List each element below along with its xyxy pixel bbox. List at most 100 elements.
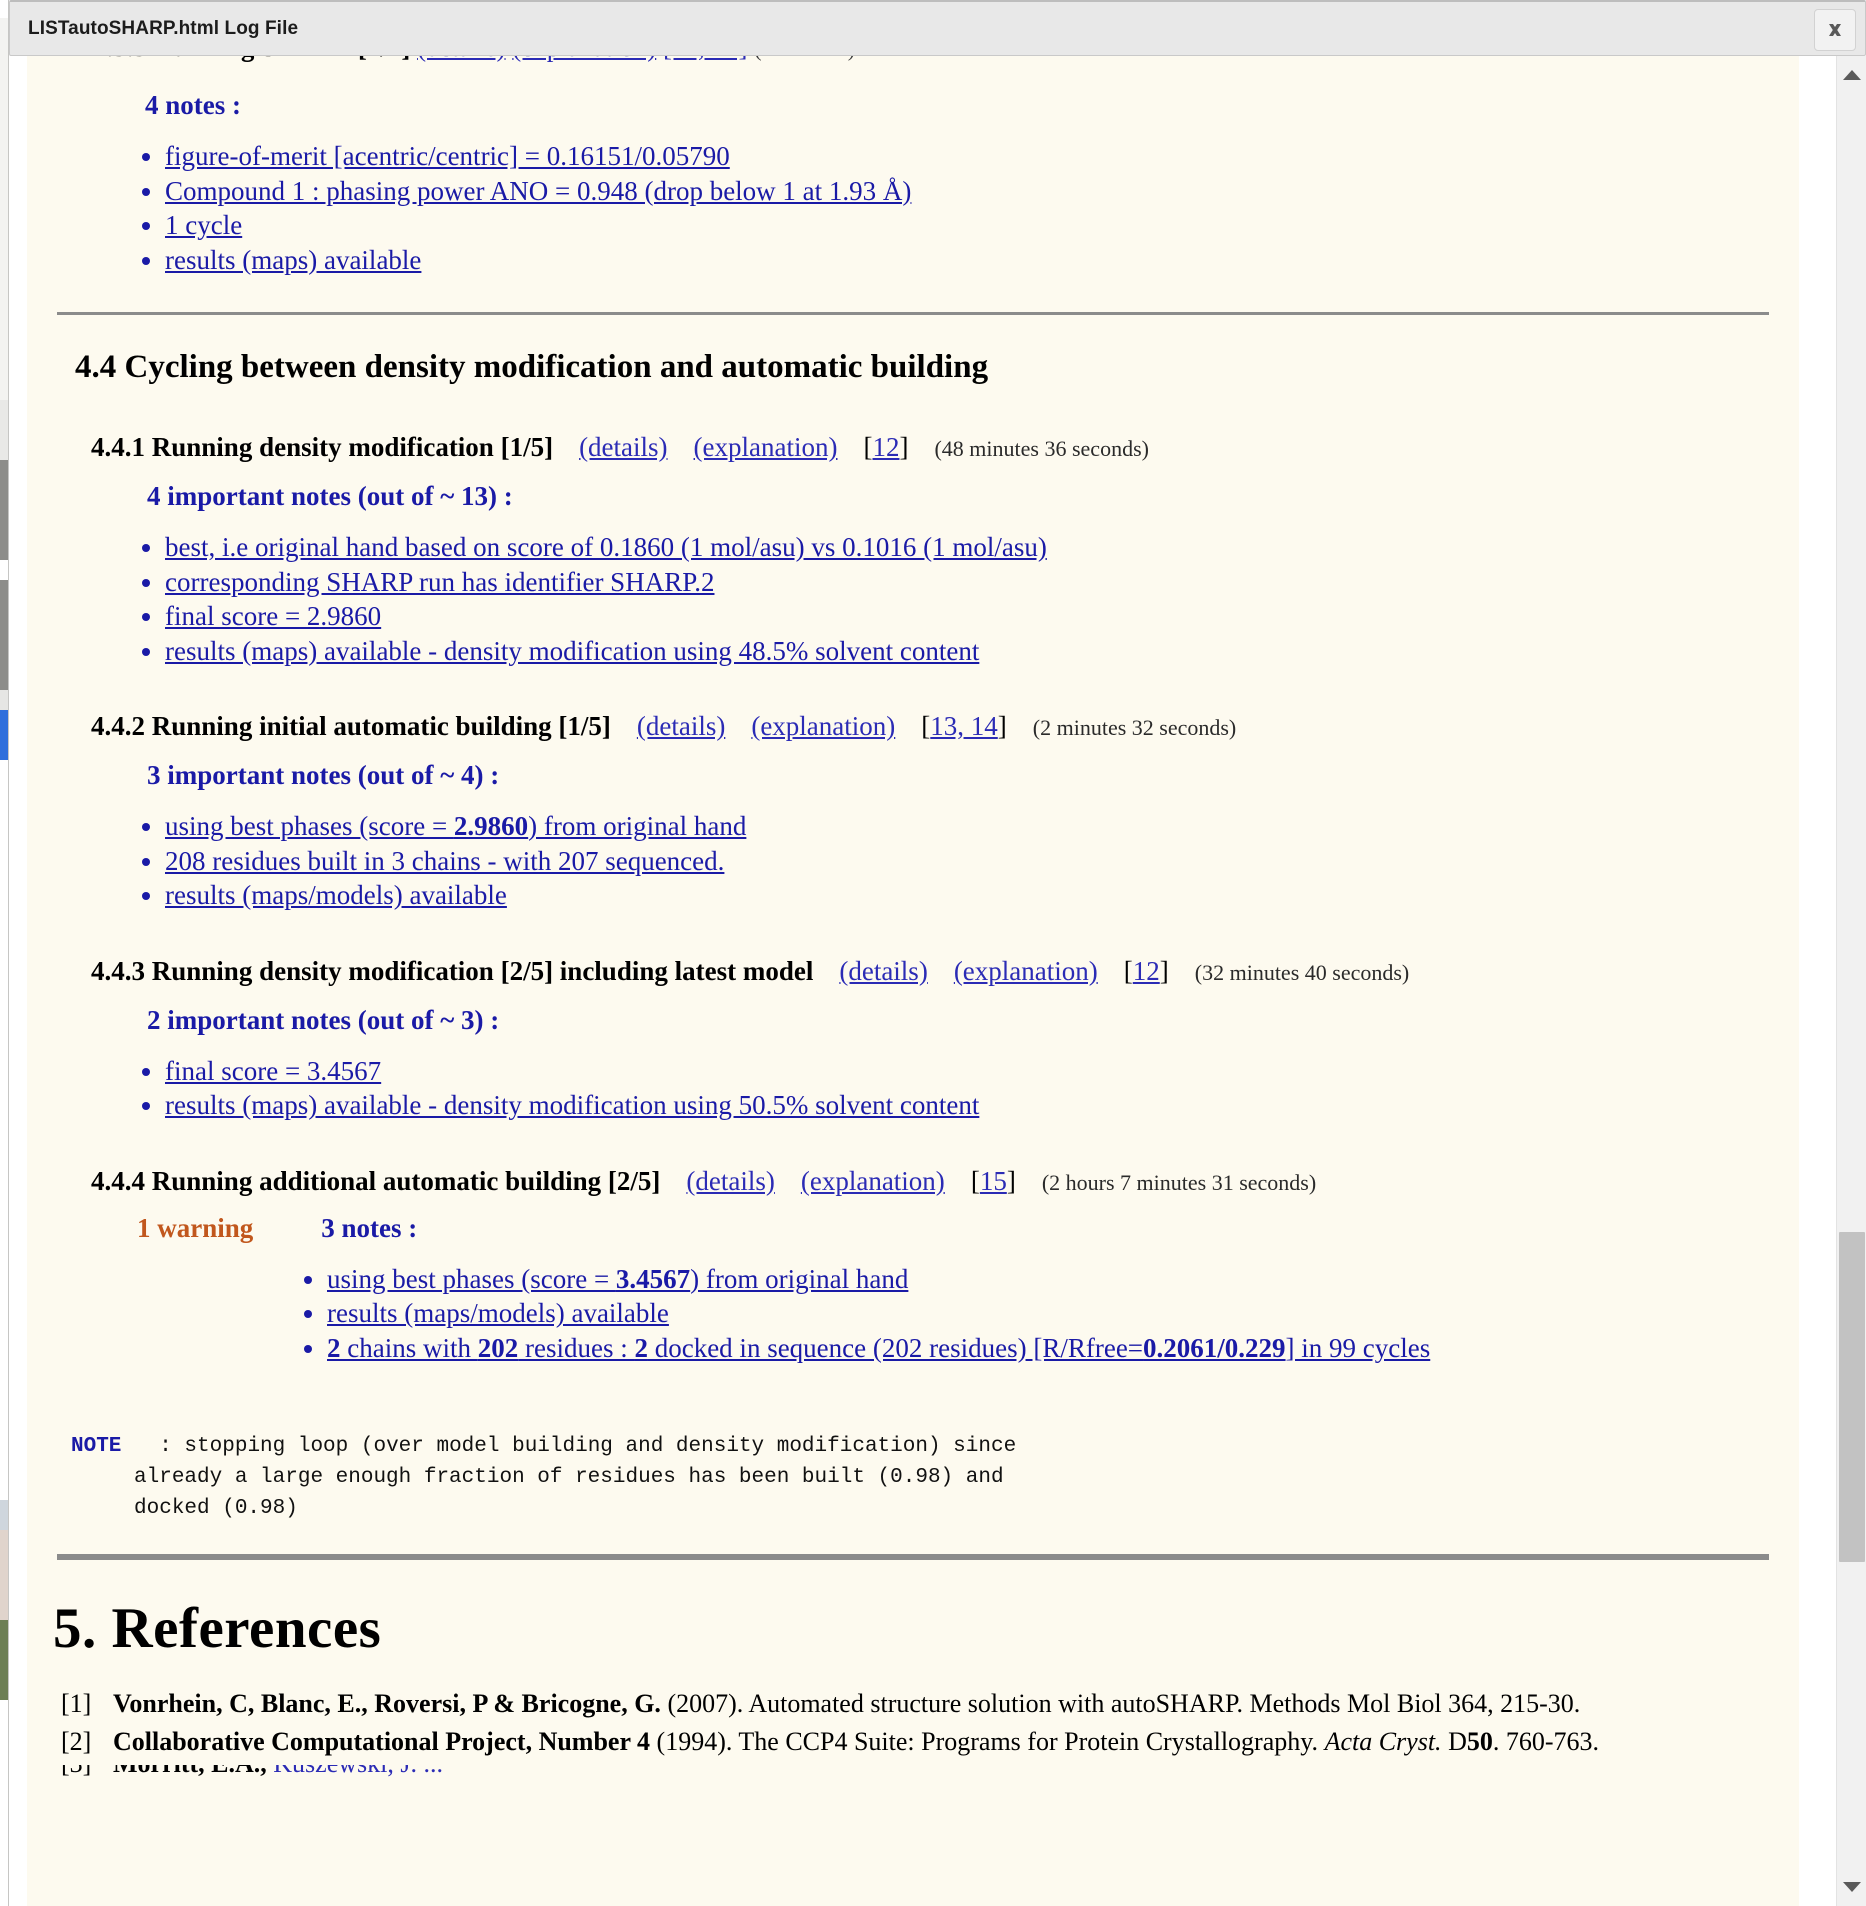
subsection-header-443: 4.4.3 Running density modification [2/5]… [91, 956, 1799, 987]
clipped-refs-link[interactable]: [11, 12] [663, 56, 747, 62]
reference-rest: (1994). The CCP4 Suite: Programs for Pro… [650, 1726, 1600, 1756]
page-title: 4.4 Cycling between density modification… [75, 349, 989, 386]
explanation-link[interactable]: (explanation) [751, 711, 895, 741]
reference-link[interactable]: 12 [1133, 956, 1160, 986]
list-item[interactable]: results (maps) available - density modif… [165, 636, 1799, 666]
subsection-header-444: 4.4.4 Running additional automatic build… [91, 1166, 1799, 1197]
subsection-header-441: 4.4.1 Running density modification [1/5]… [91, 432, 1799, 463]
note-link[interactable]: results (maps) available - density modif… [165, 636, 979, 666]
note-link[interactable]: using best phases (score = 3.4567) from … [327, 1264, 908, 1294]
note-link[interactable]: 208 residues built in 3 chains - with 20… [165, 846, 724, 876]
note-link[interactable]: results (maps/models) available [327, 1298, 669, 1328]
notes-heading-443: 2 important notes (out of ~ 3) : [147, 1004, 500, 1035]
note-line-2: already a large enough fraction of resid… [71, 1465, 1004, 1489]
triangle-down-icon[interactable] [1837, 1872, 1866, 1902]
note-link[interactable]: figure-of-merit [acentric/centric] = 0.1… [165, 141, 730, 171]
note-link[interactable]: Compound 1 : phasing power ANO = 0.948 (… [165, 176, 911, 206]
bracket-open: [ [921, 711, 931, 742]
reference-rest[interactable]: Kuszewski, J. ... [267, 1765, 443, 1778]
note-link[interactable]: final score = 2.9860 [165, 601, 381, 631]
timing-text: (2 hours 7 minutes 31 seconds) [1041, 1169, 1317, 1195]
note-link[interactable]: best, i.e original hand based on score o… [165, 532, 1047, 562]
details-link[interactable]: (details) [686, 1166, 774, 1196]
list-item: [3]Morritt, E.A., Kuszewski, J. ... [61, 1765, 1799, 1781]
list-item[interactable]: results (maps/models) available [327, 1300, 1799, 1328]
explanation-link[interactable]: (explanation) [694, 432, 838, 462]
bracket-open: [ [1123, 955, 1133, 986]
list-item[interactable]: corresponding SHARP run has identifier S… [165, 567, 1799, 597]
reference-number: [2] [61, 1726, 92, 1756]
list-item[interactable]: using best phases (score = 3.4567) from … [327, 1264, 1799, 1294]
references-list: [1] Vonrhein, C, Blanc, E., Roversi, P & … [27, 1689, 1799, 1781]
reference-link[interactable]: 15 [980, 1166, 1007, 1196]
window-titlebar: LISTautoSHARP.html Log File [9, 0, 1866, 56]
list-item[interactable]: final score = 2.9860 [165, 601, 1799, 631]
triangle-up-icon[interactable] [1837, 60, 1866, 90]
references-divider [57, 1553, 1769, 1560]
notes-list-443: final score = 3.4567 results (maps) avai… [27, 1056, 1799, 1120]
notes-list-442: using best phases (score = 2.9860) from … [27, 811, 1799, 910]
status-badge-warning[interactable]: 1 warning [137, 1213, 253, 1243]
subsection-title: 4.4.1 Running density modification [1/5] [91, 432, 554, 463]
reference-link[interactable]: 13, 14 [930, 711, 998, 741]
explanation-link[interactable]: (explanation) [954, 956, 1098, 986]
timing-text: (48 minutes 36 seconds) [934, 436, 1149, 462]
note-link[interactable]: 2 chains with 202 residues : 2 docked in… [327, 1333, 1430, 1363]
top-notes-list: figure-of-merit [acentric/centric] = 0.1… [27, 141, 1799, 275]
list-item[interactable]: 2 chains with 202 residues : 2 docked in… [327, 1333, 1799, 1363]
list-item[interactable]: best, i.e original hand based on score o… [165, 532, 1799, 562]
bracket-close: ] [1159, 955, 1169, 986]
details-link[interactable]: (details) [637, 711, 725, 741]
reference-rest: (2007). Automated structure solution wit… [660, 1688, 1581, 1718]
reference-link[interactable]: 12 [872, 432, 899, 462]
bracket-close: ] [1006, 1165, 1016, 1196]
timing-text: (32 minutes 40 seconds) [1194, 959, 1410, 985]
clipped-explanation-link[interactable]: (explanation) [512, 56, 656, 62]
subsection-title: 4.4.2 Running initial automatic building… [91, 711, 611, 742]
subsection-title: 4.4.4 Running additional automatic build… [91, 1165, 661, 1196]
document-viewport: 4.3.3 Running SHARP [2/2] (details) (exp… [9, 56, 1866, 1906]
list-item[interactable]: figure-of-merit [acentric/centric] = 0.1… [165, 141, 1799, 171]
reference-authors: Collaborative Computational Project, Num… [113, 1726, 651, 1756]
top-notes-heading: 4 notes : [145, 90, 241, 120]
list-item[interactable]: 208 residues built in 3 chains - with 20… [165, 846, 1799, 876]
clipped-subsection-title: 4.3.3 Running SHARP [2/2] [93, 56, 410, 62]
note-link[interactable]: using best phases (score = 2.9860) from … [165, 811, 746, 841]
bracket-open: [ [970, 1165, 980, 1196]
reference-citation: [12] [1124, 956, 1169, 986]
explanation-link[interactable]: (explanation) [801, 1166, 945, 1196]
reference-citation: [15] [971, 1166, 1016, 1196]
list-item[interactable]: results (maps) available [165, 245, 1799, 275]
list-item[interactable]: 1 cycle [165, 210, 1799, 240]
background-window-sliver[interactable] [0, 0, 9, 1906]
details-link[interactable]: (details) [839, 956, 927, 986]
list-item[interactable]: results (maps/models) available [165, 882, 1799, 910]
note-link[interactable]: results (maps) available - density modif… [165, 1090, 979, 1120]
list-item[interactable]: Compound 1 : phasing power ANO = 0.948 (… [165, 176, 1799, 206]
list-item[interactable]: final score = 3.4567 [165, 1056, 1799, 1086]
note-link[interactable]: 1 cycle [165, 210, 242, 240]
reference-citation: [13, 14] [921, 711, 1007, 741]
list-item[interactable]: using best phases (score = 2.9860) from … [165, 811, 1799, 841]
subsection-header-442: 4.4.2 Running initial automatic building… [91, 711, 1799, 742]
timing-text: (2 minutes 32 seconds) [1032, 715, 1237, 741]
note-link[interactable]: corresponding SHARP run has identifier S… [165, 567, 714, 597]
clipped-timing: (1 minutes) [754, 56, 855, 61]
scrollbar-thumb[interactable] [1839, 1232, 1865, 1562]
vertical-scrollbar[interactable] [1836, 56, 1866, 1906]
log-document: 4.3.3 Running SHARP [2/2] (details) (exp… [27, 56, 1799, 1906]
list-item: [2] Collaborative Computational Project, … [61, 1727, 1799, 1757]
note-link[interactable]: results (maps) available [165, 245, 421, 275]
notes-heading-441: 4 important notes (out of ~ 13) : [147, 481, 513, 512]
note-link[interactable]: results (maps/models) available [165, 880, 507, 910]
close-icon[interactable] [1814, 9, 1856, 51]
details-link[interactable]: (details) [579, 432, 667, 462]
note-link[interactable]: final score = 3.4567 [165, 1056, 381, 1086]
notes-list-441: best, i.e original hand based on score o… [27, 532, 1799, 666]
clipped-details-link[interactable]: (details) [417, 56, 505, 62]
notes-heading-442: 3 important notes (out of ~ 4) : [147, 760, 500, 791]
reference-authors: Vonrhein, C, Blanc, E., Roversi, P & Bri… [113, 1688, 661, 1718]
list-item[interactable]: results (maps) available - density modif… [165, 1092, 1799, 1120]
warning-and-notes-row: 1 warning 3 notes : [27, 1213, 1799, 1244]
reference-number: [3] [61, 1765, 113, 1779]
